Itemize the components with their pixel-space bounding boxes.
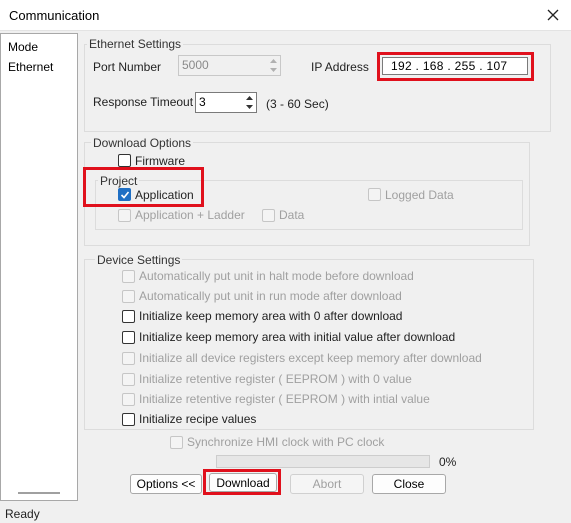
application-ladder-checkbox[interactable]	[118, 209, 131, 222]
retentive-initial-label: Initialize retentive register ( EEPROM )…	[139, 392, 430, 406]
sidebar: Mode Ethernet	[0, 33, 78, 501]
response-timeout-spinner[interactable]	[241, 94, 257, 111]
chevron-down-icon[interactable]	[269, 67, 277, 72]
sidebar-item-mode[interactable]: Mode	[8, 40, 38, 54]
device-registers-label: Initialize all device registers except k…	[139, 351, 482, 365]
retentive-zero-label: Initialize retentive register ( EEPROM )…	[139, 372, 412, 386]
sidebar-item-ethernet[interactable]: Ethernet	[8, 60, 53, 74]
keep-memory-zero-checkbox[interactable]	[122, 310, 135, 323]
checkmark-icon	[120, 191, 130, 199]
download-options-label: Download Options	[91, 136, 194, 150]
window-title: Communication	[9, 8, 100, 23]
close-icon[interactable]	[540, 3, 566, 27]
progress-percent: 0%	[439, 455, 457, 469]
response-timeout-hint: (3 - 60 Sec)	[266, 97, 329, 111]
port-number-label: Port Number	[93, 60, 162, 74]
device-settings-label: Device Settings	[95, 253, 183, 267]
recipe-values-label: Initialize recipe values	[139, 412, 257, 426]
sync-clock-label: Synchronize HMI clock with PC clock	[187, 435, 385, 449]
status-text: Ready	[5, 507, 40, 521]
recipe-values-checkbox[interactable]	[122, 413, 135, 426]
chevron-up-icon[interactable]	[245, 96, 253, 101]
run-mode-checkbox[interactable]	[122, 290, 135, 303]
keep-memory-initial-checkbox[interactable]	[122, 331, 135, 344]
close-button[interactable]: Close	[372, 474, 446, 494]
retentive-zero-checkbox[interactable]	[122, 373, 135, 386]
project-label: Project	[98, 174, 140, 188]
port-number-spinner[interactable]	[265, 57, 281, 74]
status-bar: Ready	[0, 503, 571, 523]
data-label: Data	[279, 208, 305, 222]
sidebar-scrollbar[interactable]	[18, 492, 60, 494]
device-registers-checkbox[interactable]	[122, 352, 135, 365]
logged-data-label: Logged Data	[385, 188, 454, 202]
ip-address-label: IP Address	[311, 60, 369, 74]
chevron-down-icon[interactable]	[245, 104, 253, 109]
download-button[interactable]: Download	[209, 473, 277, 492]
data-checkbox[interactable]	[262, 209, 275, 222]
halt-mode-label: Automatically put unit in halt mode befo…	[139, 269, 414, 283]
ip-address-field[interactable]: 192 . 168 . 255 . 107	[382, 57, 528, 75]
keep-memory-initial-label: Initialize keep memory area with initial…	[139, 330, 456, 344]
keep-memory-zero-label: Initialize keep memory area with 0 after…	[139, 309, 403, 323]
application-label: Application	[135, 188, 194, 202]
run-mode-label: Automatically put unit in run mode after…	[139, 289, 402, 303]
application-checkbox[interactable]	[118, 188, 131, 201]
title-bar: Communication	[0, 0, 571, 31]
abort-button[interactable]: Abort	[290, 474, 364, 494]
logged-data-checkbox[interactable]	[368, 188, 381, 201]
response-timeout-label: Response Timeout	[93, 95, 194, 109]
firmware-label: Firmware	[135, 154, 185, 168]
firmware-checkbox[interactable]	[118, 154, 131, 167]
retentive-initial-checkbox[interactable]	[122, 393, 135, 406]
halt-mode-checkbox[interactable]	[122, 270, 135, 283]
ethernet-settings-label: Ethernet Settings	[87, 37, 184, 51]
chevron-up-icon[interactable]	[269, 59, 277, 64]
options-button[interactable]: Options <<	[130, 474, 202, 494]
sync-clock-checkbox[interactable]	[170, 436, 183, 449]
download-progress-bar	[216, 455, 430, 468]
application-ladder-label: Application + Ladder	[135, 208, 245, 222]
